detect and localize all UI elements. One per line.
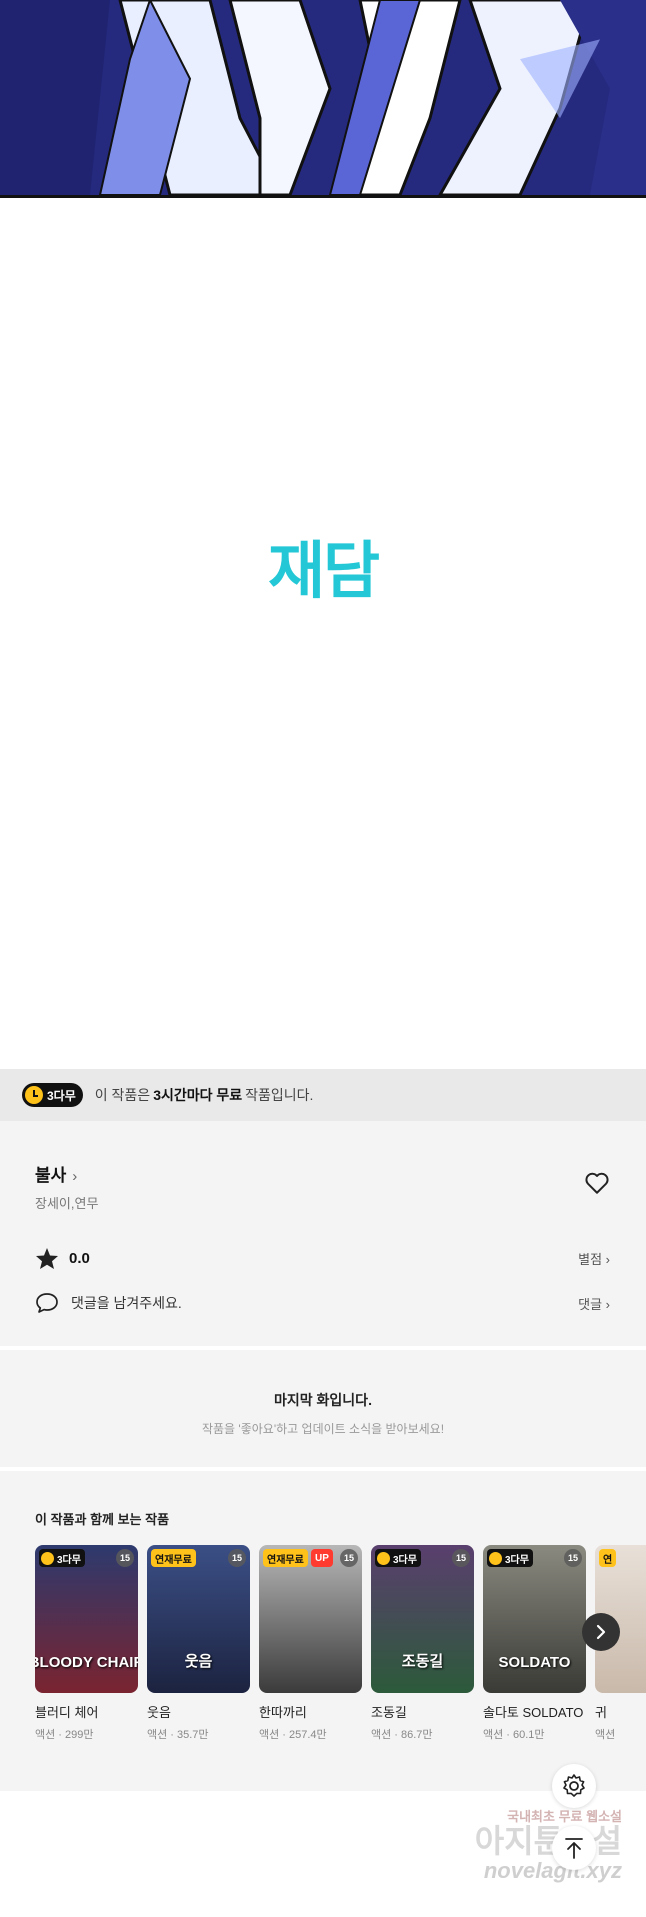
- badge-label: 연재무료: [267, 1554, 304, 1566]
- free-3hour-badge: 3다무: [375, 1549, 421, 1567]
- speech-bubble-icon: [36, 1293, 58, 1313]
- recommendation-thumbnail[interactable]: 연재무료 15 웃음: [147, 1545, 250, 1693]
- cover-title-art: 조동길: [401, 1653, 444, 1670]
- recommendation-card[interactable]: 3다무 15 조동길 조동길 액션 · 86.7만: [371, 1545, 474, 1742]
- age-rating-badge: 15: [564, 1549, 582, 1567]
- badge-label: 연: [603, 1554, 613, 1566]
- age-rating-badge: 15: [228, 1549, 246, 1567]
- recommendations-section: 이 작품과 함께 보는 작품 3다무 15 BLOODY CHAIR 블러디 체어액션…: [0, 1471, 646, 1791]
- badge-label: 연재무료: [155, 1554, 192, 1566]
- free-badge-label: 3다무: [47, 1088, 76, 1103]
- chevron-right-icon: ›: [72, 1168, 78, 1185]
- watermark-line2: 아지툰소설: [474, 1823, 622, 1859]
- update-badge: UP: [311, 1549, 333, 1567]
- recommendation-meta: 액션: [595, 1729, 616, 1741]
- recommendation-card[interactable]: 3다무 15 SOLDATO 솔다토 SOLDATO 액션 · 60.1만: [483, 1545, 586, 1742]
- last-episode-notice: 마지막 화입니다. 작품을 '좋아요'하고 업데이트 소식을 받아보세요!: [0, 1350, 646, 1467]
- badge-label: 3다무: [393, 1554, 417, 1566]
- recommendation-thumbnail[interactable]: 연재무료 UP 15: [259, 1545, 362, 1693]
- recommendation-thumbnail[interactable]: 3다무 15 조동길: [371, 1545, 474, 1693]
- recommendation-title: 조동길: [371, 1705, 407, 1720]
- comic-panel: [0, 0, 646, 198]
- series-free-badge: 연재무료: [263, 1549, 308, 1567]
- star-icon: [36, 1248, 58, 1269]
- arrow-up-icon: [565, 1838, 583, 1859]
- comment-placeholder: 댓글을 남겨주세요.: [71, 1295, 182, 1311]
- free-notice-bold: 3시간마다 무료: [153, 1087, 243, 1103]
- last-episode-heading: 마지막 화입니다.: [274, 1392, 372, 1408]
- comment-input-row[interactable]: 댓글을 남겨주세요.: [35, 1292, 182, 1314]
- rating-display: 0.0: [35, 1247, 90, 1270]
- recommendation-meta: 액션 · 35.7만: [147, 1729, 209, 1741]
- work-authors: 장세이,연무: [35, 1196, 99, 1211]
- recommendation-title: 웃음: [147, 1705, 171, 1720]
- recommendation-card[interactable]: 연재무료 UP 15 한따까리액션 · 257.4만: [259, 1545, 362, 1742]
- free-notice-bar: 3다무 이 작품은 3시간마다 무료 작품입니다.: [0, 1069, 646, 1121]
- rating-value: 0.0: [69, 1250, 90, 1267]
- chevron-right-icon: [596, 1624, 606, 1640]
- age-rating-badge: 15: [116, 1549, 134, 1567]
- recommendation-list: 3다무 15 BLOODY CHAIR 블러디 체어액션 · 299만 연재무료 15 웃음…: [35, 1545, 646, 1742]
- badge-label: 3다무: [505, 1554, 529, 1566]
- age-rating-badge: 15: [452, 1549, 470, 1567]
- clock-icon: [489, 1551, 502, 1565]
- scroll-top-button[interactable]: [552, 1826, 596, 1870]
- last-episode-subtext: 작품을 '좋아요'하고 업데이트 소식을 받아보세요!: [201, 1422, 445, 1436]
- series-free-badge: 연재무료: [151, 1549, 196, 1567]
- free-notice-pre: 이 작품은: [94, 1087, 151, 1103]
- free-3hour-badge: 3다무: [487, 1549, 533, 1567]
- gear-icon: [563, 1774, 585, 1797]
- cover-title-art: 웃음: [184, 1653, 213, 1670]
- cover-title-art: BLOODY CHAIR: [35, 1654, 138, 1671]
- recommendation-meta: 액션 · 86.7만: [371, 1729, 433, 1741]
- recommendation-title: 솔다토 SOLDATO: [483, 1705, 584, 1720]
- watermark-line1: 국내최초 무료 웹소설: [507, 1809, 622, 1824]
- heart-icon[interactable]: [584, 1171, 610, 1195]
- age-rating-badge: 15: [340, 1549, 358, 1567]
- recommendation-thumbnail[interactable]: 3다무 15 SOLDATO: [483, 1545, 586, 1693]
- badge-label: 3다무: [57, 1554, 81, 1566]
- free-3hour-badge: 3다무: [39, 1549, 85, 1567]
- carousel-next-button[interactable]: [582, 1613, 620, 1651]
- recommendation-title: 블러디 체어: [35, 1705, 99, 1720]
- rating-link[interactable]: 별점 ›: [578, 1249, 610, 1268]
- watermark: 국내최초 무료 웹소설 아지툰소설 novelagit.xyz: [475, 1810, 622, 1882]
- recommendation-meta: 액션 · 60.1만: [483, 1729, 545, 1741]
- watermark-line3: novelagit.xyz: [483, 1858, 622, 1883]
- recommendation-title: 한따까리: [259, 1705, 307, 1720]
- work-title-link[interactable]: 불사 ›: [35, 1161, 77, 1186]
- free-notice-post: 작품입니다.: [245, 1087, 314, 1103]
- recommendation-meta: 액션 · 299만: [35, 1729, 94, 1741]
- recommendation-thumbnail[interactable]: 3다무 15 BLOODY CHAIR: [35, 1545, 138, 1693]
- series-free-badge: 연: [599, 1549, 617, 1567]
- cover-title-art: SOLDATO: [498, 1654, 571, 1671]
- free-3hour-badge: 3다무: [22, 1083, 83, 1107]
- recommendation-card[interactable]: 연재무료 15 웃음 웃음 액션 · 35.7만: [147, 1545, 250, 1742]
- recommendations-title: 이 작품과 함께 보는 작품: [35, 1512, 170, 1527]
- clock-icon: [377, 1551, 390, 1565]
- work-info-section: 불사 › 장세이,연무 0.0 별점 › 댓글을 남겨주세요. 댓글 ›: [0, 1121, 646, 1346]
- settings-button[interactable]: [552, 1764, 596, 1808]
- recommendation-card[interactable]: 3다무 15 BLOODY CHAIR 블러디 체어액션 · 299만: [35, 1545, 138, 1742]
- brand-logo: 재담: [267, 534, 380, 607]
- work-title: 불사: [35, 1166, 67, 1185]
- recommendation-meta: 액션 · 257.4만: [259, 1729, 327, 1741]
- comment-link[interactable]: 댓글 ›: [578, 1294, 610, 1313]
- clock-icon: [25, 1086, 43, 1104]
- clock-icon: [41, 1551, 54, 1565]
- recommendation-title: 귀: [595, 1705, 607, 1720]
